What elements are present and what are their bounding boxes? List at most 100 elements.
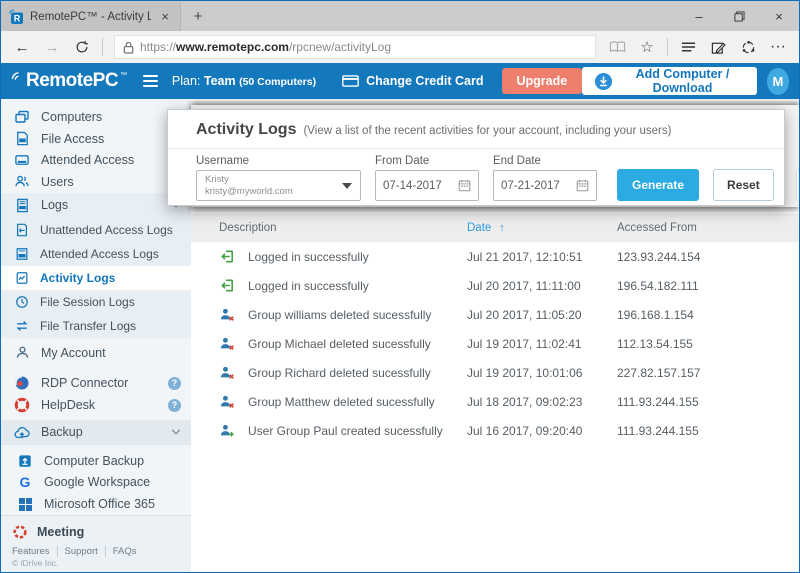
reset-button[interactable]: Reset [713, 169, 774, 201]
activity-log-table: Description Date↑ Accessed From Logged i… [191, 214, 799, 445]
share-icon[interactable] [735, 34, 761, 60]
sidebar-item-logs[interactable]: Logs [1, 193, 191, 218]
unattended-access-logs-icon [14, 222, 29, 237]
address-bar: ← → https://www.remotepc.com/rpcnew/acti… [1, 31, 799, 63]
hamburger-menu-icon[interactable] [143, 72, 158, 90]
hub-icon[interactable] [675, 34, 701, 60]
back-icon[interactable]: ← [9, 34, 35, 60]
helpdesk-icon [14, 397, 30, 413]
sidebar-item-meeting[interactable]: Meeting [1, 522, 191, 542]
table-header: Description Date↑ Accessed From [191, 214, 799, 242]
download-circle-icon [594, 72, 613, 91]
computer-backup-icon [17, 453, 33, 469]
tab-close-icon[interactable]: × [157, 9, 173, 24]
sidebar-item-google-workspace[interactable]: G Google Workspace [1, 472, 191, 494]
svg-text:R: R [14, 13, 21, 23]
row-description: Group williams deleted sucessfully [248, 308, 431, 322]
row-accessed-from: 111.93.244.155 [617, 424, 799, 438]
username-value: Kristykristy@myworld.com [205, 174, 342, 198]
row-accessed-from: 196.168.1.154 [617, 308, 799, 322]
add-computer-download-button[interactable]: Add Computer / Download [582, 67, 757, 95]
row-accessed-from: 196.54.182.111 [617, 279, 799, 293]
group-deleted-icon [219, 394, 235, 410]
row-description: Logged in successfully [248, 250, 369, 264]
favicon-remotepc-icon: R [8, 9, 24, 25]
favorites-star-icon[interactable]: ☆ [634, 34, 660, 60]
table-row: Group Michael deleted sucessfullyJul 19 … [191, 329, 799, 358]
help-question-icon[interactable]: ? [168, 377, 181, 390]
maximize-button[interactable] [719, 1, 759, 31]
forward-icon[interactable]: → [39, 34, 65, 60]
sidebar-item-file-access[interactable]: File Access [1, 128, 191, 150]
new-tab-button[interactable]: + [181, 2, 215, 31]
sidebar-item-computer-backup[interactable]: Computer Backup [1, 450, 191, 472]
sidebar-item-computers[interactable]: Computers [1, 106, 191, 128]
calendar-icon[interactable] [458, 179, 471, 192]
sidebar-item-users[interactable]: Users [1, 171, 191, 193]
page-title: Activity Logs [196, 121, 296, 139]
column-header-accessed-from[interactable]: Accessed From [617, 222, 799, 234]
footer-link-faqs[interactable]: FAQs [105, 546, 144, 557]
table-row: User Group Paul created sucessfullyJul 1… [191, 416, 799, 445]
sidebar-item-file-transfer-logs[interactable]: File Transfer Logs [1, 314, 191, 338]
remotepc-logo: RemotePC ™ [11, 70, 127, 92]
footer-link-support[interactable]: Support [57, 546, 105, 557]
end-date-input[interactable]: 07-21-2017 [493, 170, 597, 201]
sidebar-item-unattended-access-logs[interactable]: Unattended Access Logs [1, 218, 191, 242]
sidebar-item-helpdesk[interactable]: HelpDesk ? [1, 394, 191, 416]
row-accessed-from: 111.93.244.155 [617, 395, 799, 409]
sidebar: Computers File Access Attended Access Us… [1, 99, 191, 572]
footer-link-features[interactable]: Features [12, 546, 57, 557]
sidebar-item-attended-access-logs[interactable]: Attended Access Logs [1, 242, 191, 266]
rdp-connector-icon [14, 375, 30, 391]
login-icon [219, 249, 235, 265]
dropdown-arrow-icon [342, 183, 352, 189]
calendar-icon[interactable] [576, 179, 589, 192]
logo-tm: ™ [120, 72, 127, 79]
reading-view-icon[interactable] [604, 34, 630, 60]
attended-access-logs-icon [14, 246, 29, 261]
column-header-description[interactable]: Description [219, 222, 467, 234]
page-subtitle: (View a list of the recent activities fo… [303, 125, 671, 137]
sidebar-item-rdp-connector[interactable]: RDP Connector ? [1, 373, 191, 395]
generate-button[interactable]: Generate [617, 169, 699, 201]
view-scheduled-reports-button[interactable]: View Scheduled Reports [796, 169, 799, 201]
user-avatar[interactable]: M [767, 68, 789, 95]
url-field[interactable]: https://www.remotepc.com/rpcnew/activity… [114, 35, 596, 59]
change-credit-card-button[interactable]: Change Credit Card [342, 74, 483, 88]
username-label: Username [196, 155, 361, 167]
from-date-input[interactable]: 07-14-2017 [375, 170, 479, 201]
table-row: Logged in successfullyJul 20 2017, 11:11… [191, 271, 799, 300]
refresh-icon[interactable] [69, 34, 95, 60]
login-icon [219, 278, 235, 294]
minimize-button[interactable]: – [679, 1, 719, 31]
sidebar-item-backup[interactable]: Backup [1, 420, 191, 445]
web-note-icon[interactable] [705, 34, 731, 60]
activity-logs-filter-panel: Activity Logs (View a list of the recent… [167, 109, 785, 206]
sidebar-group-logs: Logs Unattended Access Logs Attended Acc… [1, 193, 191, 338]
end-date-label: End Date [493, 155, 597, 167]
upgrade-button[interactable]: Upgrade [502, 68, 583, 94]
row-description: Group Matthew deleted sucessfully [248, 395, 435, 409]
lock-icon [123, 41, 134, 54]
sidebar-item-file-session-logs[interactable]: File Session Logs [1, 290, 191, 314]
sidebar-item-attended-access[interactable]: Attended Access [1, 149, 191, 171]
sidebar-item-my-account[interactable]: My Account [1, 342, 191, 364]
file-session-logs-icon [14, 294, 29, 309]
browser-tab[interactable]: R RemotePC™ - Activity Logs × [1, 2, 181, 31]
row-description: Group Michael deleted sucessfully [248, 337, 431, 351]
microsoft-office-icon [17, 496, 33, 512]
browser-window: R RemotePC™ - Activity Logs × + – × ← → … [0, 0, 800, 573]
column-header-date[interactable]: Date↑ [467, 222, 617, 234]
sidebar-item-activity-logs[interactable]: Activity Logs [1, 266, 191, 290]
credit-card-icon [342, 75, 359, 87]
help-question-icon[interactable]: ? [168, 399, 181, 412]
table-row: Group williams deleted sucessfullyJul 20… [191, 300, 799, 329]
more-actions-icon[interactable]: ··· [765, 34, 791, 60]
sidebar-item-microsoft-office-365[interactable]: Microsoft Office 365 [1, 493, 191, 515]
group-deleted-icon [219, 336, 235, 352]
google-workspace-icon: G [17, 474, 33, 490]
username-dropdown[interactable]: Kristykristy@myworld.com [196, 170, 361, 201]
close-button[interactable]: × [759, 1, 799, 31]
copyright-text: © iDrive Inc. [1, 558, 191, 568]
